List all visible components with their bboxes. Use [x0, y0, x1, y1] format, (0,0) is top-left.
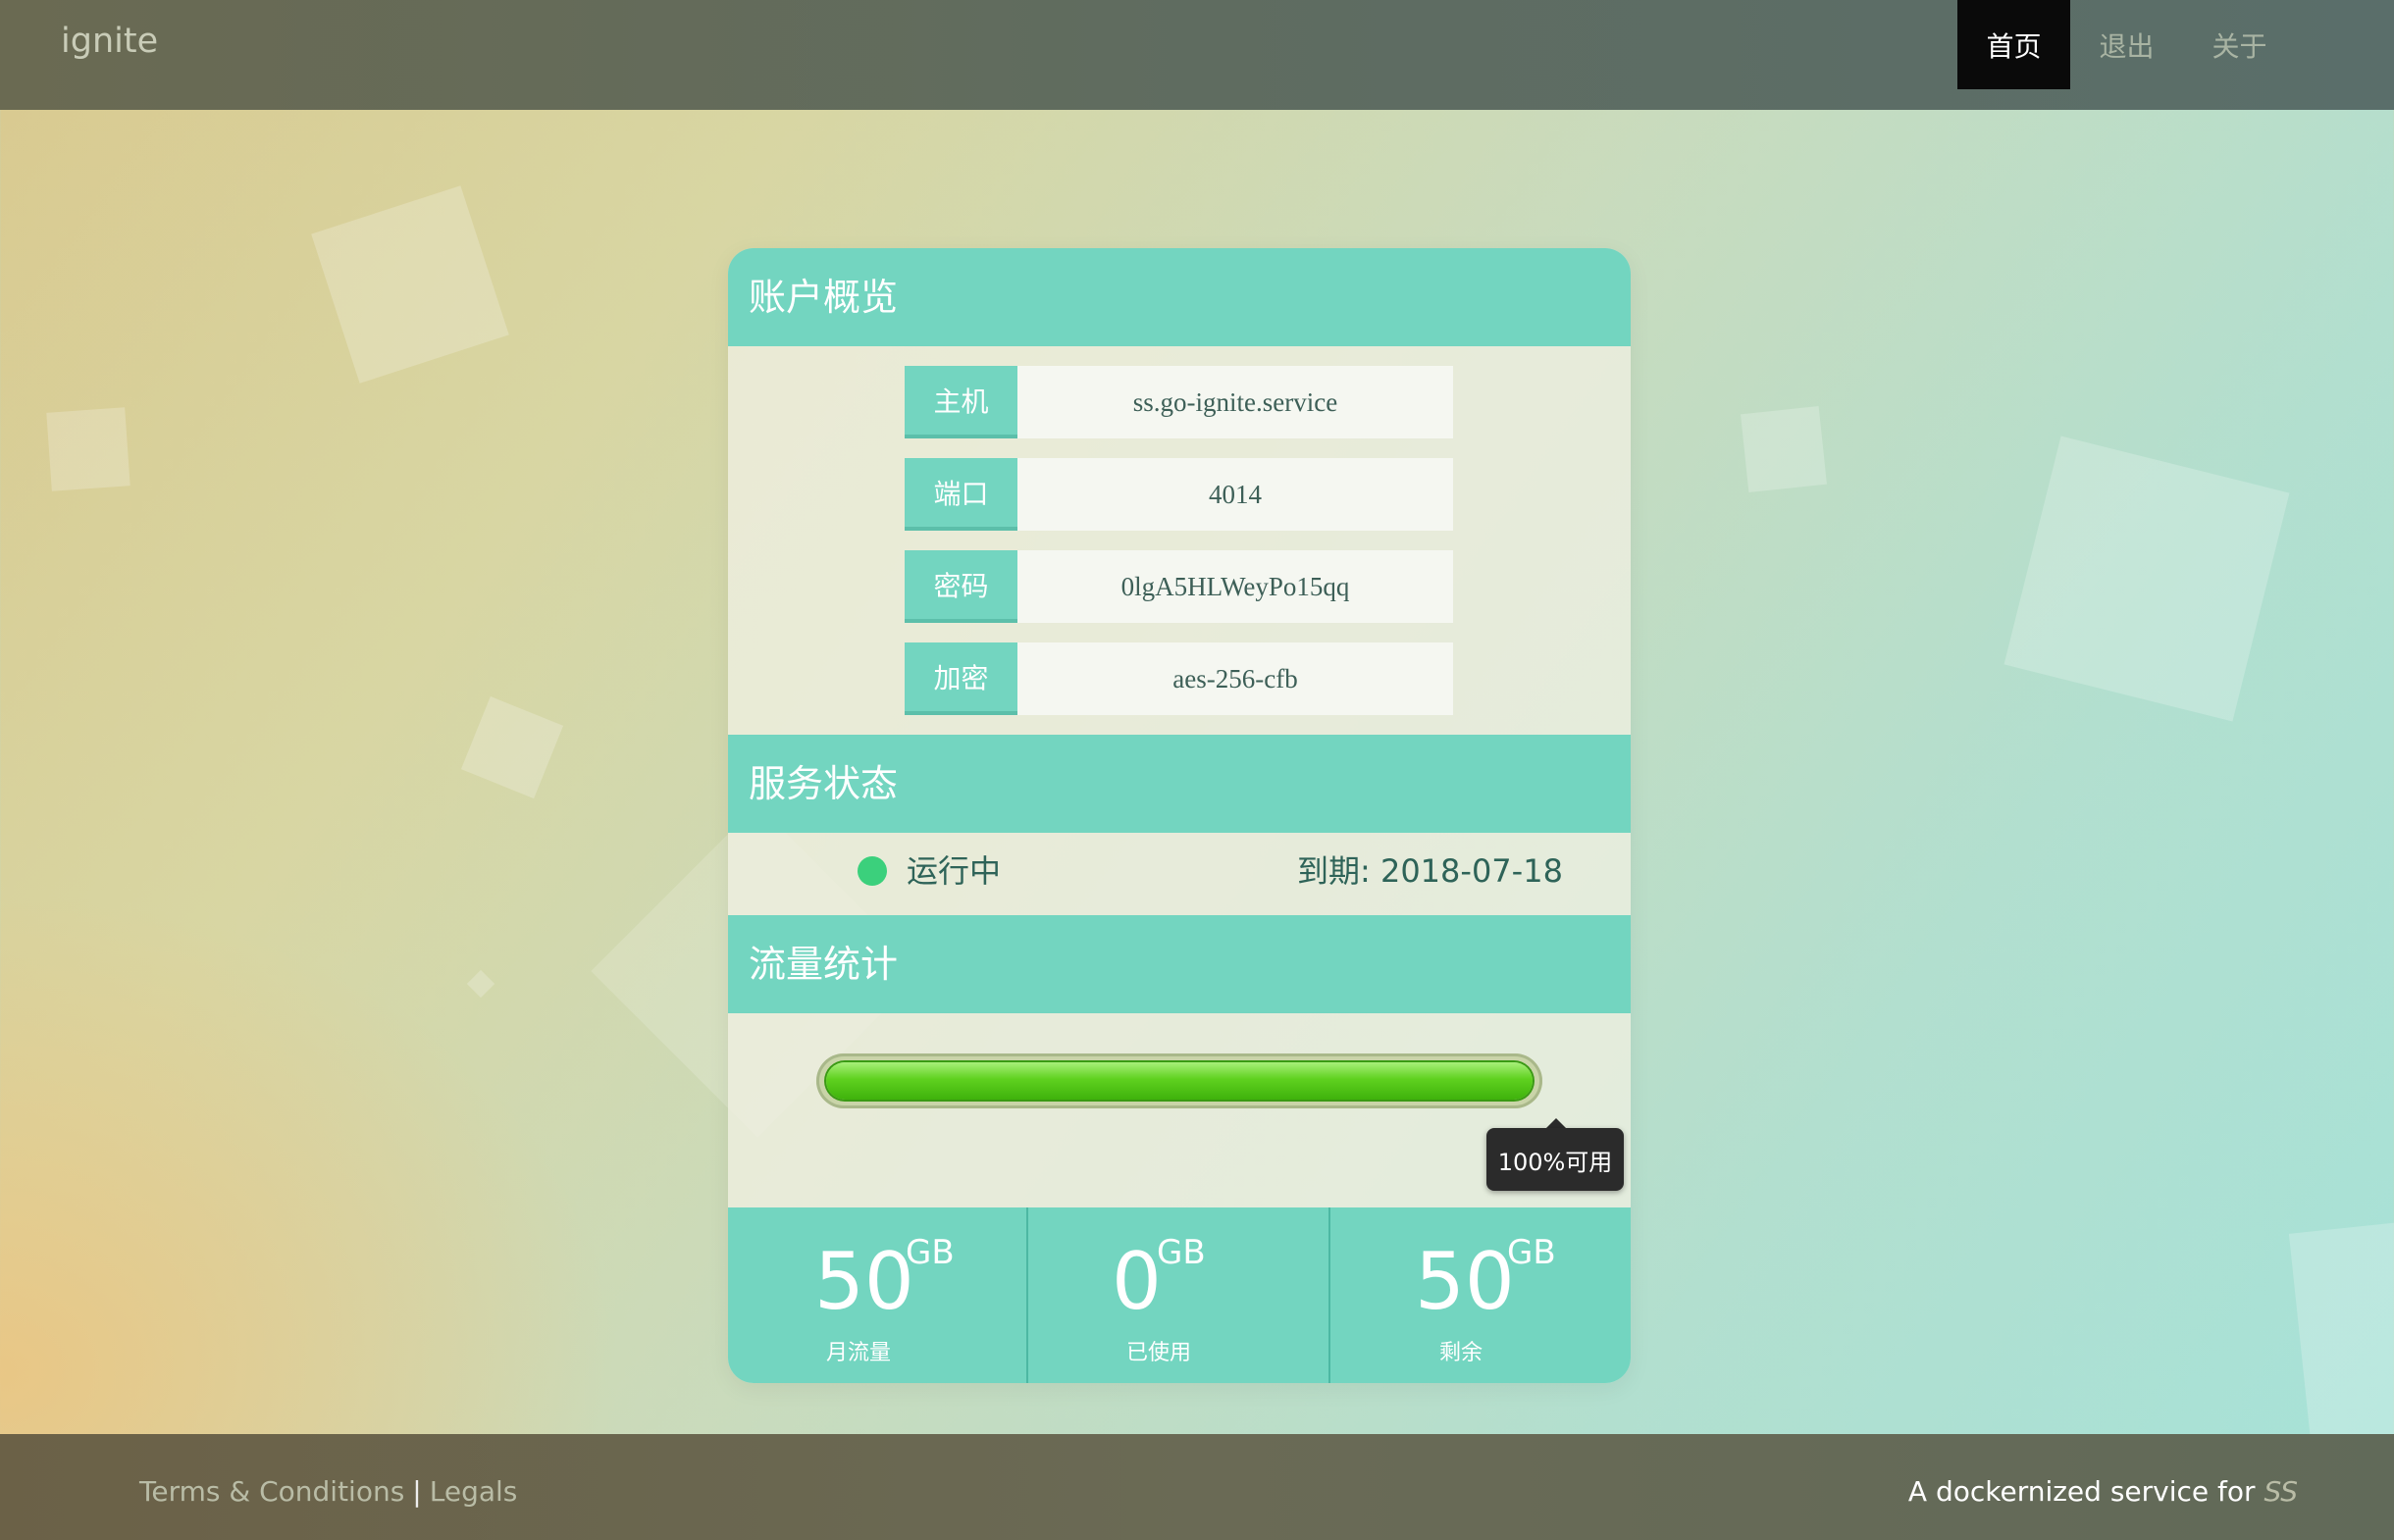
- service-status-title: 服务状态: [749, 762, 899, 805]
- status-indicator-icon: [858, 856, 887, 886]
- footer-tagline: A dockernized service for SS: [1908, 1473, 2298, 1511]
- tooltip-arrow-icon: [1546, 1118, 1566, 1128]
- nav-about[interactable]: 关于: [2183, 0, 2296, 89]
- decorative-square: [46, 407, 130, 491]
- decorative-square: [2288, 1219, 2394, 1449]
- decorative-square: [466, 969, 495, 999]
- account-overview-title: 账户概览: [749, 276, 899, 319]
- decorative-square: [311, 185, 509, 384]
- port-field-row: 端口 4014: [905, 458, 1453, 531]
- traffic-tooltip: 100%可用: [1486, 1128, 1624, 1191]
- nav-home[interactable]: 首页: [1957, 0, 2070, 89]
- host-label: 主机: [905, 366, 1017, 438]
- traffic-progress-bar: [816, 1053, 1542, 1108]
- stat-monthly-label: 月流量: [825, 1341, 891, 1365]
- account-card: 账户概览 主机 ss.go-ignite.service 端口 4014 密码 …: [728, 248, 1631, 1383]
- host-value[interactable]: ss.go-ignite.service: [1017, 366, 1453, 438]
- encryption-value[interactable]: aes-256-cfb: [1017, 642, 1453, 715]
- password-label: 密码: [905, 550, 1017, 623]
- stat-used-value: 0: [1112, 1236, 1162, 1327]
- password-value[interactable]: 0lgA5HLWeyPo15qq: [1017, 550, 1453, 623]
- host-field-row: 主机 ss.go-ignite.service: [905, 366, 1453, 438]
- expire-date: 到期: 2018-07-18: [1297, 852, 1563, 890]
- status-text: 运行中: [907, 852, 1002, 890]
- footer: Terms & Conditions | Legals A dockernized …: [0, 1434, 2394, 1540]
- stat-used: 0 GB 已使用: [1028, 1207, 1328, 1383]
- stat-remaining-unit: GB: [1507, 1233, 1556, 1272]
- stat-used-label: 已使用: [1125, 1341, 1191, 1365]
- stat-monthly: 50 GB 月流量: [728, 1207, 1026, 1383]
- footer-links: Terms & Conditions | Legals: [139, 1473, 517, 1511]
- stat-used-unit: GB: [1157, 1233, 1206, 1272]
- decorative-square: [460, 695, 564, 799]
- stat-monthly-unit: GB: [906, 1233, 955, 1272]
- legals-link[interactable]: Legals: [430, 1475, 518, 1508]
- password-field-row: 密码 0lgA5HLWeyPo15qq: [905, 550, 1453, 623]
- top-navbar: ignite 首页 退出 关于: [0, 0, 2394, 110]
- encryption-label: 加密: [905, 642, 1017, 715]
- stat-remaining: 50 GB 剩余: [1330, 1207, 1631, 1383]
- traffic-stats-title: 流量统计: [749, 943, 899, 986]
- stat-remaining-label: 剩余: [1438, 1341, 1483, 1365]
- terms-link[interactable]: Terms & Conditions: [139, 1475, 404, 1508]
- stat-monthly-value: 50: [814, 1236, 914, 1327]
- footer-separator: |: [412, 1475, 422, 1508]
- traffic-stats-panel: 50 GB 月流量 0 GB 已使用 50 GB 剩余: [728, 1207, 1631, 1383]
- tagline-text: A dockernized service for: [1907, 1475, 2256, 1508]
- brand-logo[interactable]: ignite: [61, 18, 158, 65]
- decorative-square: [1741, 406, 1827, 492]
- nav-logout[interactable]: 退出: [2070, 0, 2183, 89]
- port-value[interactable]: 4014: [1017, 458, 1453, 531]
- account-overview-header: 账户概览: [728, 248, 1631, 346]
- traffic-progress-fill: [826, 1062, 1533, 1100]
- traffic-stats-header: 流量统计: [728, 915, 1631, 1013]
- stat-remaining-value: 50: [1415, 1236, 1515, 1327]
- ss-link[interactable]: SS: [2264, 1475, 2298, 1508]
- service-status-header: 服务状态: [728, 735, 1631, 833]
- encryption-field-row: 加密 aes-256-cfb: [905, 642, 1453, 715]
- port-label: 端口: [905, 458, 1017, 531]
- decorative-square: [2004, 436, 2290, 722]
